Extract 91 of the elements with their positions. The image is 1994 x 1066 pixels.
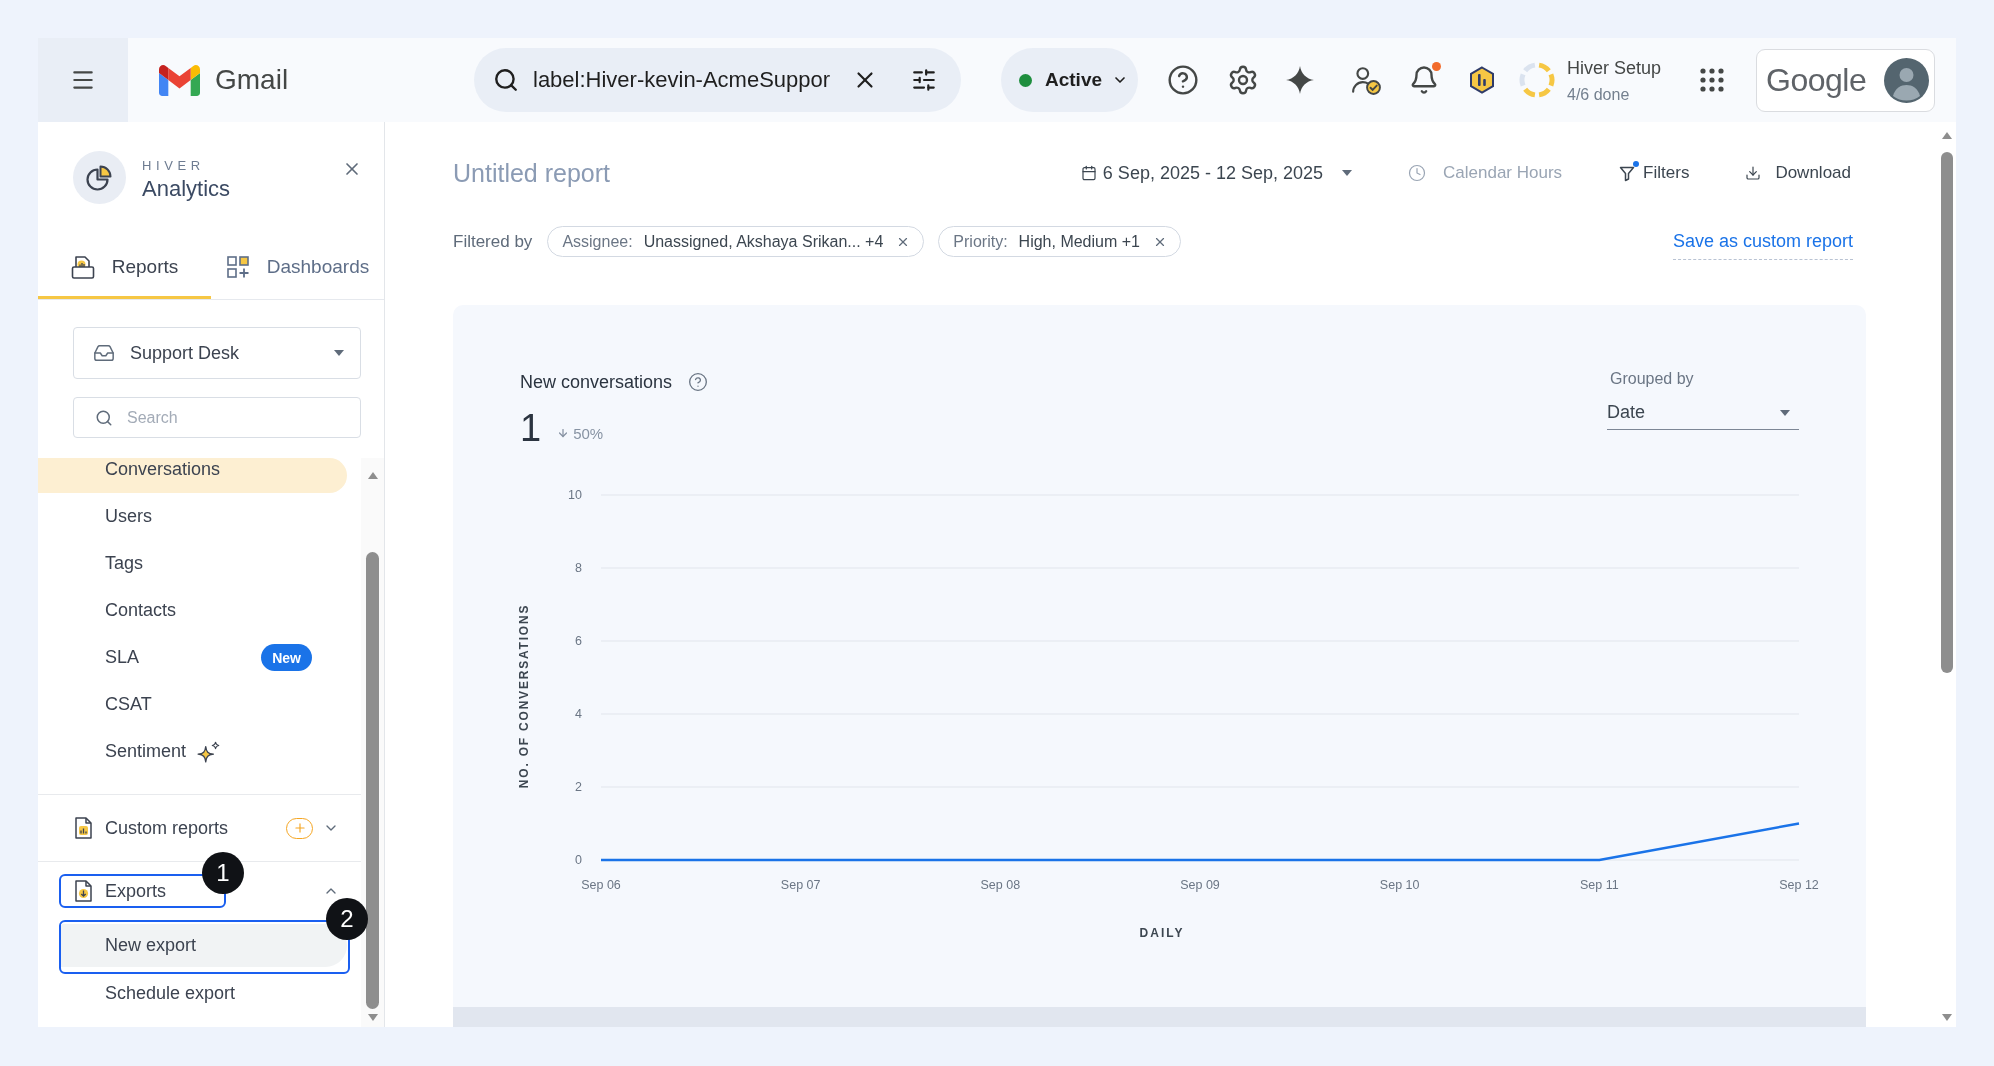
person-check-icon[interactable] [1351,65,1381,95]
scrollbar-thumb[interactable] [1941,152,1953,673]
filter-label: Filtered by [453,231,533,252]
funnel-icon [1618,164,1637,182]
new-badge: New [261,644,312,671]
report-nav-item[interactable]: SLA New [38,634,347,681]
mail-logo-icon [159,64,200,96]
report-nav-item[interactable]: Conversations [38,458,347,493]
section-title[interactable]: Exports [105,880,167,902]
scrollbar-thumb[interactable] [366,552,379,1009]
calendar-icon [1080,165,1097,181]
arrow-down-icon [557,427,570,439]
app-name: Gmail [215,64,289,96]
report-nav-item[interactable]: Contacts [38,587,347,634]
brand-label: HIVER [142,158,206,174]
chip-label: Priority: [953,232,1008,251]
search-input[interactable]: label:Hiver-kevin-AcmeSuppor [533,67,845,93]
y-tick-label: 8 [575,561,582,575]
chip-value: Unassigned, Akshaya Srikan... +4 [643,232,884,251]
step-number-badge: 2 [326,898,368,940]
date-range-picker[interactable]: 6 Sep, 2025 - 12 Sep, 2025 [1080,162,1353,184]
x-tick-label: Sep 06 [581,878,621,892]
download-icon [1745,165,1762,181]
chart-title: New conversations [520,371,673,393]
group-by-label: Grouped by [1609,370,1694,388]
save-custom-report-link[interactable]: Save as custom report [1672,231,1853,260]
setup-title[interactable]: Hiver Setup [1567,56,1662,79]
search-icon [95,408,113,427]
report-title: Untitled report [453,158,611,188]
chip-value: High, Medium +1 [1018,232,1140,251]
report-nav-item[interactable]: Users [38,493,347,540]
section-title[interactable]: Custom reports [105,817,229,839]
status-dropdown[interactable]: Active [1001,48,1138,112]
change-percent: 50% [573,424,604,442]
apps-grid-icon[interactable] [1699,67,1725,93]
clock-icon [1408,164,1427,182]
x-tick-label: Sep 09 [1180,878,1220,892]
bell-icon[interactable] [1409,65,1439,95]
x-tick-label: Sep 10 [1379,878,1420,892]
caret-down-icon [334,350,344,356]
sparkle-icon [197,740,222,763]
inbox-icon [93,342,115,364]
total-value: 1 [520,408,542,448]
y-tick-label: 6 [575,634,582,648]
y-tick-label: 2 [575,780,582,794]
dashboard-grid-icon [225,254,250,279]
search-field[interactable]: label:Hiver-kevin-AcmeSuppor [474,48,961,112]
filters-button[interactable]: Filters [1618,163,1690,183]
x-tick-label: Sep 07 [780,878,821,892]
x-tick-label: Sep 11 [1580,878,1619,892]
y-axis-title: NO. OF CONVERSATIONS [517,603,531,789]
hexagon-logo-icon[interactable] [1468,66,1496,94]
search-field[interactable]: Search [73,397,361,438]
y-tick-label: 4 [575,707,582,721]
filter-chip[interactable]: Assignee: Unassigned, Akshaya Srikan... +4 [547,226,925,257]
plus-icon [292,821,307,835]
chart-document-icon [73,816,93,840]
help-icon[interactable] [1167,64,1199,96]
settings-icon[interactable] [1227,64,1259,96]
y-tick-label: 0 [575,853,582,867]
report-tray-icon [70,253,95,280]
download-document-icon [73,879,93,903]
export-nav-item[interactable]: Schedule export [38,974,347,1012]
step-number-badge: 1 [202,852,245,894]
report-nav-item[interactable]: Tags [38,540,347,587]
chip-label: Assignee: [562,232,633,251]
inbox-select[interactable]: Support Desk [73,327,361,379]
nav-tab[interactable]: Dashboards [211,234,384,299]
pie-chart-logo-icon [73,151,126,204]
caret-down-icon [1780,409,1790,416]
download-button[interactable]: Download [1745,163,1851,183]
report-nav-item[interactable]: CSAT [38,681,347,728]
x-axis-title: DAILY [1139,926,1185,940]
x-tick-label: Sep 08 [980,878,1021,892]
x-tick-label: Sep 12 [1779,878,1819,892]
search-icon[interactable] [493,67,519,93]
help-icon[interactable] [688,372,709,392]
scrollbar-track[interactable] [361,458,384,1027]
avatar-icon[interactable] [1884,57,1929,103]
app-title: Analytics [142,176,231,202]
nav-tab[interactable]: Reports [38,234,211,299]
report-nav-item[interactable]: Sentiment [38,728,347,775]
caret-down-icon [1342,170,1353,176]
setup-progress-text: 4/6 done [1567,84,1631,104]
account-button[interactable]: Google [1756,48,1935,112]
filter-chip[interactable]: Priority: High, Medium +1 [938,226,1181,257]
group-by-select[interactable]: Date [1607,396,1799,430]
sparkle-icon[interactable] [1286,66,1314,94]
y-tick-label: 10 [568,488,582,502]
search-input[interactable]: Search [127,408,327,427]
tune-icon[interactable] [911,67,937,93]
